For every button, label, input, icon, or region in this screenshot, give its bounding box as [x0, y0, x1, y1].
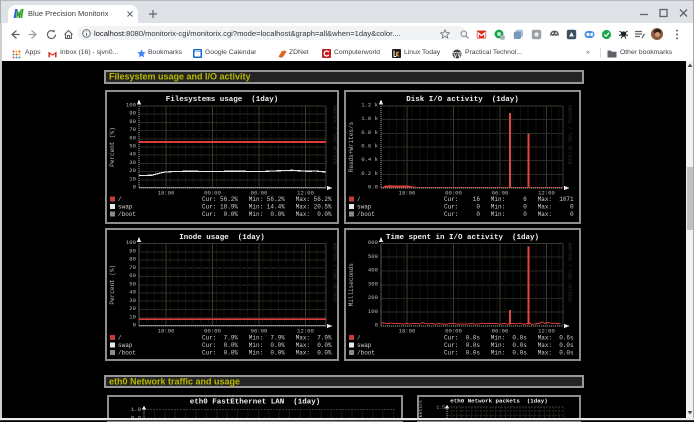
svg-text:Reads+Writes/s: Reads+Writes/s	[348, 121, 355, 172]
svg-text:Inode usage (1day): Inode usage (1day)	[179, 234, 265, 242]
svg-text:Cur: 0.0s Min: 0.0s Max:: Cur: 0.0s Min: 0.0s Max: 0.0s	[444, 342, 574, 349]
svg-text:100: 100	[126, 102, 137, 109]
svg-text:Cur: 16 Min: 6 Max:: Cur: 16 Min: 6 Max: 1071	[444, 196, 574, 203]
svg-text:0: 0	[375, 322, 379, 329]
svg-text:0.6 k: 0.6 k	[361, 143, 378, 150]
svg-text:30: 30	[129, 297, 136, 304]
svg-text:Cur: 56.2% Min: 56.2% Max:: Cur: 56.2% Min: 56.2% Max: 56.2%	[202, 196, 332, 203]
svg-text:12:00: 12:00	[538, 328, 555, 335]
svg-text:Percent (%): Percent (%)	[109, 127, 116, 167]
svg-text:40: 40	[129, 289, 136, 296]
svg-text:Cur: 18.9% Min: 14.4% Max:: Cur: 18.9% Min: 14.4% Max: 20.5%	[202, 204, 332, 211]
svg-text:Cur: 0.0s Min: 0.0s Max:: Cur: 0.0s Min: 0.0s Max: 0.6s	[444, 335, 574, 342]
svg-text:18:00: 18:00	[399, 190, 416, 197]
svg-text:RRDTOOL / TOBI OETIKER: RRDTOOL / TOBI OETIKER	[332, 105, 338, 165]
svg-text:RRDTOOL / TOBI OETIKER: RRDTOOL / TOBI OETIKER	[567, 243, 573, 303]
svg-text:80: 80	[129, 256, 136, 263]
svg-text:00:00: 00:00	[445, 328, 462, 335]
svg-text:20: 20	[129, 167, 136, 174]
svg-text:1.2 k: 1.2 k	[361, 102, 378, 109]
svg-text:90: 90	[129, 247, 136, 254]
svg-text:/: /	[357, 335, 361, 342]
svg-text:20: 20	[129, 305, 136, 312]
svg-text:12:00: 12:00	[297, 328, 314, 335]
svg-text:400: 400	[368, 267, 379, 274]
svg-text:80: 80	[129, 118, 136, 125]
svg-text:swap: swap	[118, 204, 133, 211]
svg-text:0.4 k: 0.4 k	[361, 156, 378, 163]
svg-text:10: 10	[129, 175, 136, 182]
svg-text:/: /	[118, 335, 122, 342]
svg-text:swap: swap	[357, 204, 372, 211]
svg-text:06:00: 06:00	[251, 328, 268, 335]
svg-text:40: 40	[129, 151, 136, 158]
svg-text:0: 0	[133, 184, 137, 191]
svg-text:Packets/s: Packets/s	[419, 400, 424, 420]
svg-text:/boot: /boot	[118, 350, 136, 357]
svg-text:00:00: 00:00	[204, 328, 221, 335]
svg-text:Cur: 7.9% Min: 7.9% Max:: Cur: 7.9% Min: 7.9% Max: 7.9%	[202, 335, 332, 342]
svg-text:1.0: 1.0	[131, 406, 142, 413]
svg-text:Time spent in I/O activity (1: Time spent in I/O activity (1day)	[386, 234, 539, 242]
svg-text:swap: swap	[357, 342, 372, 349]
svg-text:/: /	[118, 196, 122, 203]
svg-text:Cur: 0 Min: 0 Max:: Cur: 0 Min: 0 Max: 0	[444, 204, 574, 211]
svg-text:0.8 k: 0.8 k	[361, 129, 378, 136]
svg-text:1.5: 1.5	[436, 405, 445, 411]
svg-text:Filesystems usage (1day): Filesystems usage (1day)	[166, 96, 279, 104]
svg-text:60: 60	[129, 134, 136, 141]
svg-text:200: 200	[368, 294, 379, 301]
svg-text:Cur: 0.0% Min: 0.0% Max:: Cur: 0.0% Min: 0.0% Max: 0.0%	[202, 342, 332, 349]
svg-text:Cur: 0 Min: 0 Max:: Cur: 0 Min: 0 Max: 0	[444, 211, 574, 218]
svg-text:10: 10	[129, 313, 136, 320]
svg-text:Disk I/O activity (1day): Disk I/O activity (1day)	[406, 96, 519, 104]
svg-text:0.0: 0.0	[368, 184, 379, 191]
svg-text:/boot: /boot	[118, 211, 136, 218]
svg-text:50: 50	[129, 280, 136, 287]
svg-text:50: 50	[129, 143, 136, 150]
svg-text:100: 100	[126, 239, 137, 246]
svg-text:Milliseconds: Milliseconds	[348, 263, 355, 307]
svg-text:eth0 Network packets (1day): eth0 Network packets (1day)	[450, 398, 547, 405]
svg-text:70: 70	[129, 126, 136, 133]
svg-text:Cur: 0.0% Min: 0.0% Max:: Cur: 0.0% Min: 0.0% Max: 0.0%	[202, 211, 332, 218]
svg-text:Percent (%): Percent (%)	[109, 265, 116, 305]
svg-text:/boot: /boot	[357, 350, 375, 357]
svg-text:90: 90	[129, 110, 136, 117]
svg-text:600: 600	[368, 239, 379, 246]
svg-text:/: /	[357, 196, 361, 203]
svg-text:0: 0	[133, 322, 137, 329]
svg-text:0.2 k: 0.2 k	[361, 170, 378, 177]
svg-text:swap: swap	[118, 342, 133, 349]
svg-text:60: 60	[129, 272, 136, 279]
svg-text:100: 100	[368, 308, 379, 315]
svg-text:RRDTOOL / TOBI OETIKER: RRDTOOL / TOBI OETIKER	[567, 105, 573, 165]
svg-text:eth0 FastEthernet LAN (1day): eth0 FastEthernet LAN (1day)	[190, 399, 321, 407]
svg-text:70: 70	[129, 264, 136, 271]
svg-text:18:00: 18:00	[399, 328, 416, 335]
svg-text:30: 30	[129, 159, 136, 166]
svg-text:06:00: 06:00	[492, 328, 509, 335]
svg-text:1.0 k: 1.0 k	[361, 115, 378, 122]
svg-text:Cur: 0.0s Min: 0.0s Max:: Cur: 0.0s Min: 0.0s Max: 0.0s	[444, 350, 574, 357]
svg-text:500: 500	[368, 253, 379, 260]
svg-text:18:00: 18:00	[158, 328, 175, 335]
svg-text:Cur: 0.0% Min: 0.0% Max:: Cur: 0.0% Min: 0.0% Max: 0.0%	[202, 350, 332, 357]
svg-text:18:00: 18:00	[158, 190, 175, 197]
svg-text:RRDTOOL / TOBI OETIKER: RRDTOOL / TOBI OETIKER	[332, 243, 338, 303]
svg-text:300: 300	[368, 280, 379, 287]
svg-text:/boot: /boot	[357, 211, 375, 218]
